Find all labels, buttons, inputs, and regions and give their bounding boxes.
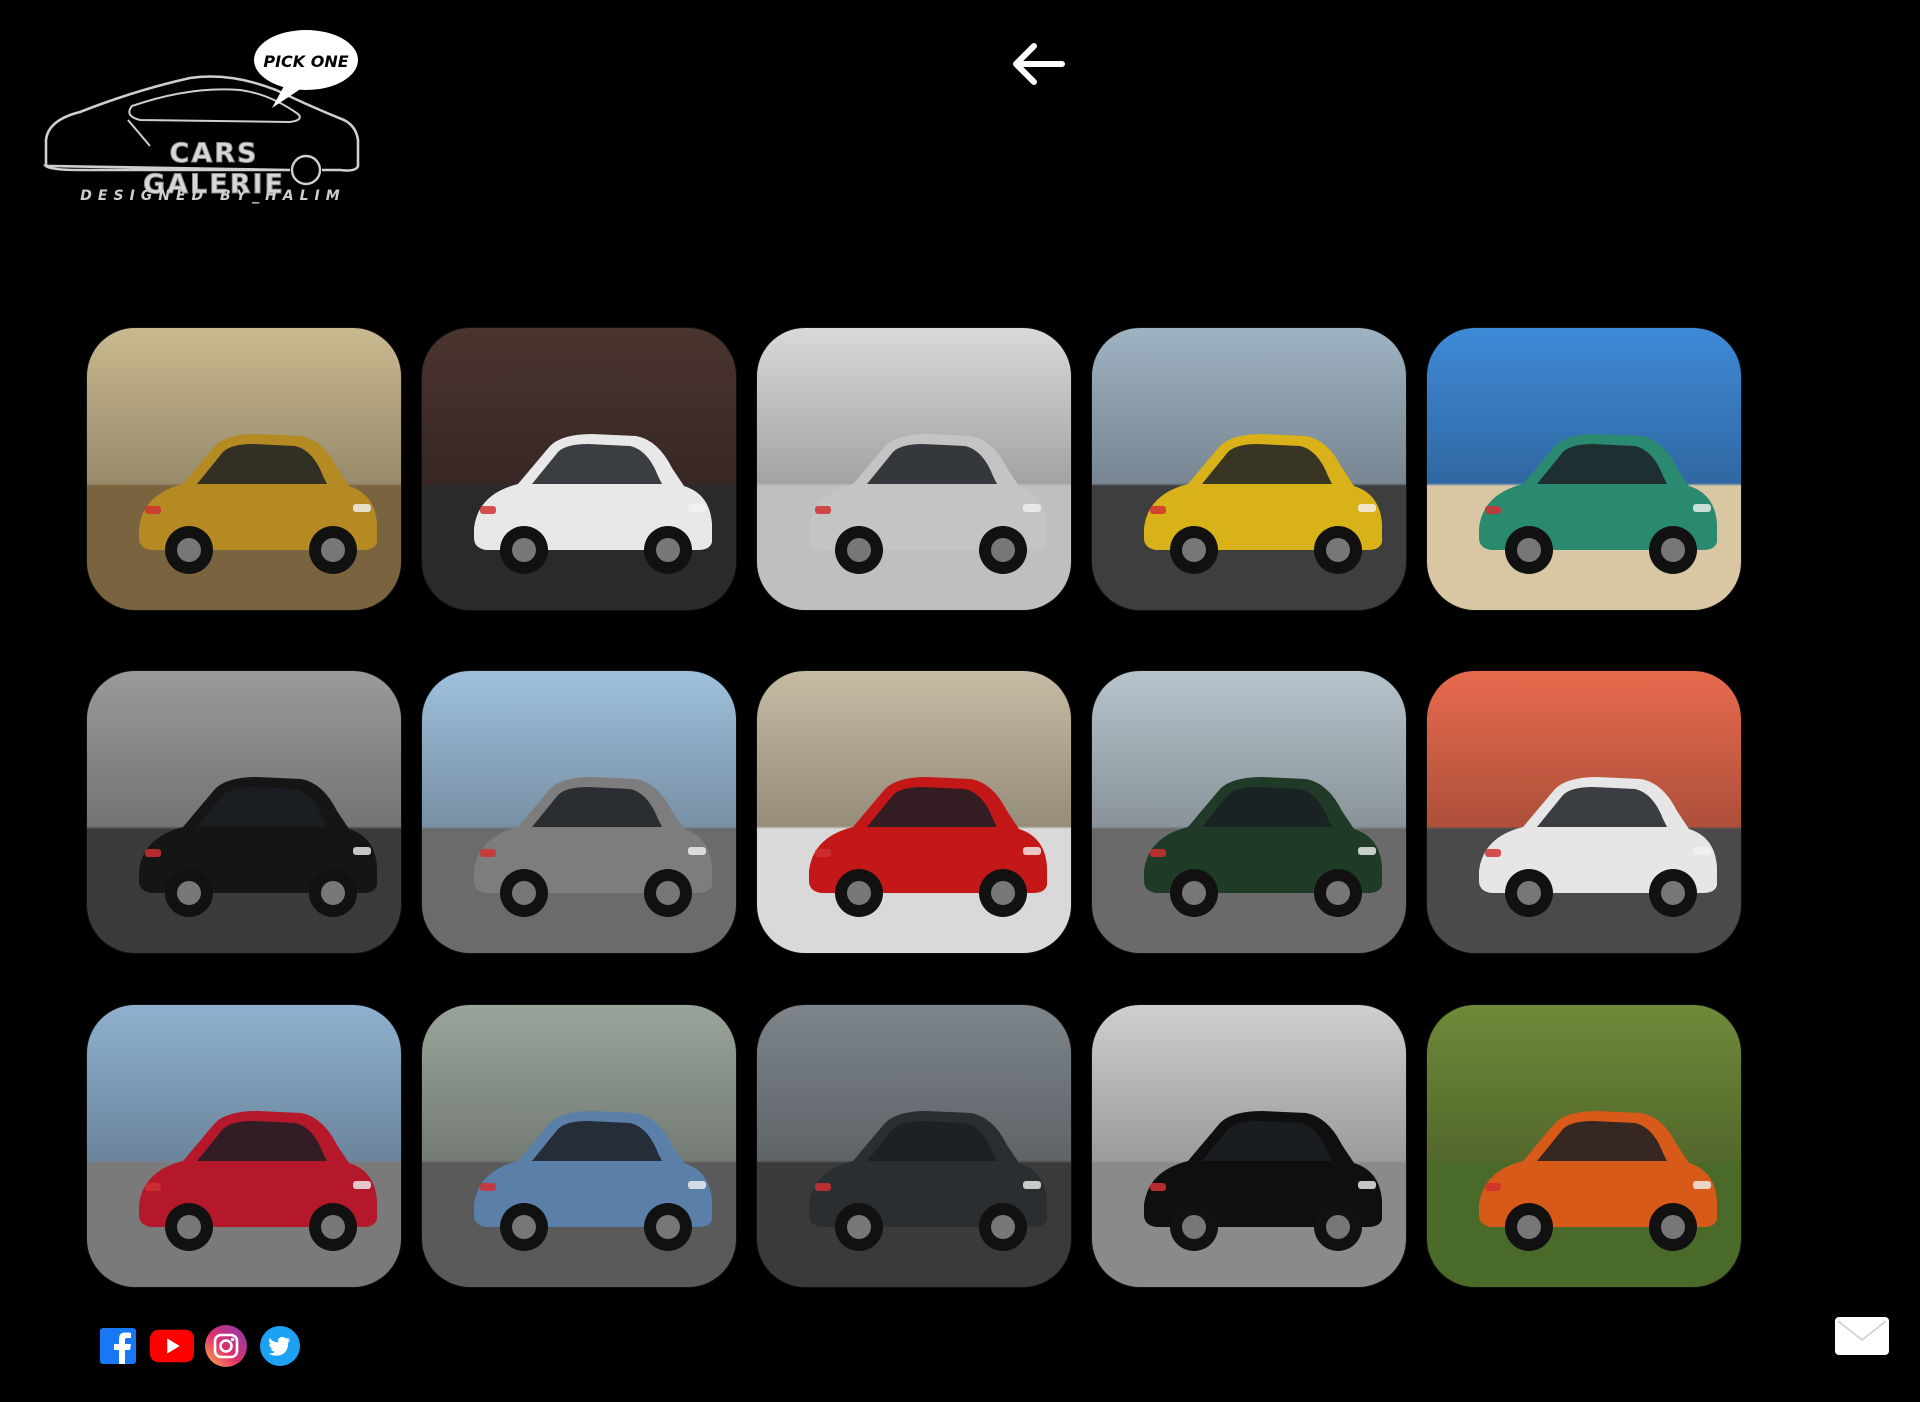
arrow-left-icon	[1013, 43, 1065, 85]
gallery-card-green-white-van-palm-beach[interactable]	[1427, 328, 1741, 610]
gallery-card-green-hatchback-harbour-bridge[interactable]	[1092, 671, 1406, 953]
twitter-icon	[260, 1326, 300, 1366]
gallery-card-vintage-yellow-hatchback-forest[interactable]	[87, 328, 401, 610]
gallery-card-grey-hatchback-red-wheels[interactable]	[422, 671, 736, 953]
gallery-card-silver-classic-hatchback-garage[interactable]	[757, 328, 1071, 610]
car-photo	[757, 1005, 1071, 1287]
back-button[interactable]	[1006, 36, 1070, 92]
car-photo	[87, 1005, 401, 1287]
logo-bubble-text: PICK ONE	[263, 51, 349, 71]
facebook-link[interactable]	[96, 1324, 140, 1368]
twitter-link[interactable]	[258, 1324, 302, 1368]
mail-button[interactable]	[1834, 1316, 1890, 1356]
gallery-card-black-hatchback-building[interactable]	[1092, 1005, 1406, 1287]
car-photo	[757, 671, 1071, 953]
social-links	[96, 1324, 302, 1368]
car-photo	[1092, 1005, 1406, 1287]
page: PICK ONE CARS GALERIE DESIGNED BY_HALIM	[0, 0, 1920, 1402]
car-photo	[1427, 1005, 1741, 1287]
gallery-card-blue-classic-coupe-forest-road[interactable]	[422, 1005, 736, 1287]
gallery-card-white-hatchback-rear-wood-wall[interactable]	[422, 328, 736, 610]
instagram-icon	[205, 1325, 247, 1367]
gallery-card-red-hatchback-old-town[interactable]	[757, 671, 1071, 953]
gallery-card-dark-camo-hatchback-rear[interactable]	[757, 1005, 1071, 1287]
facebook-icon	[100, 1328, 136, 1364]
gallery-card-white-hatchback-sunset[interactable]	[1427, 671, 1741, 953]
car-photo	[422, 1005, 736, 1287]
gallery-card-orange-beetle-convertible-park[interactable]	[1427, 1005, 1741, 1287]
car-photo	[1092, 328, 1406, 610]
car-photo	[87, 671, 401, 953]
logo-subtitle: DESIGNED BY_HALIM	[80, 188, 346, 204]
car-photo	[1427, 328, 1741, 610]
gallery-card-red-classic-hatchback-car-park[interactable]	[87, 1005, 401, 1287]
car-photo	[422, 328, 736, 610]
car-photo	[87, 328, 401, 610]
gallery-card-yellow-suv-mountains[interactable]	[1092, 328, 1406, 610]
logo[interactable]: PICK ONE CARS GALERIE DESIGNED BY_HALIM	[40, 28, 370, 213]
mail-icon	[1835, 1317, 1889, 1355]
instagram-link[interactable]	[204, 1324, 248, 1368]
car-photo	[1092, 671, 1406, 953]
car-photo	[422, 671, 736, 953]
gallery-card-black-hatchback-misty-valley[interactable]	[87, 671, 401, 953]
car-photo	[1427, 671, 1741, 953]
car-photo	[757, 328, 1071, 610]
youtube-link[interactable]	[150, 1324, 194, 1368]
youtube-icon	[150, 1329, 194, 1363]
